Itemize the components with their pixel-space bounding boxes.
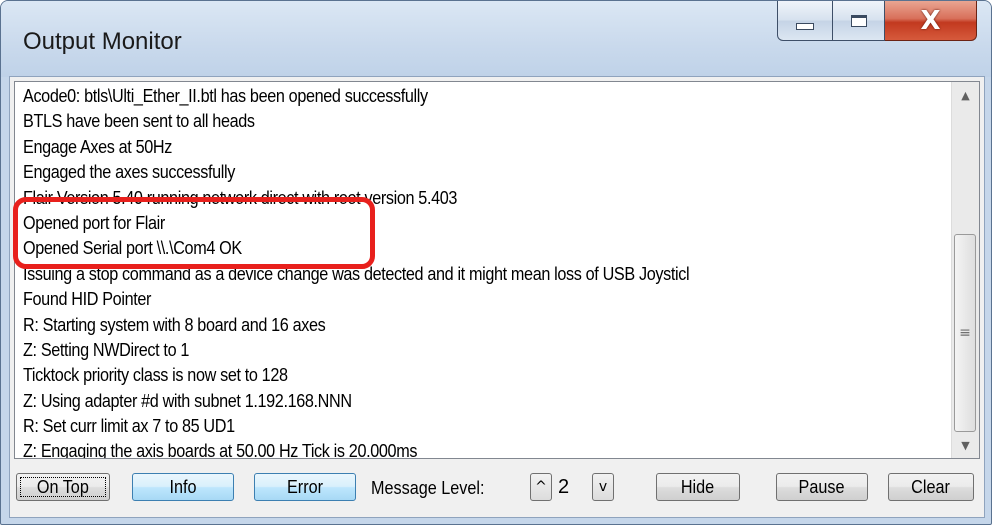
maximize-button[interactable] <box>833 1 885 41</box>
window-controls: X <box>777 1 977 47</box>
log-line: Opened Serial port \\.\Com4 OK <box>23 238 242 259</box>
log-line: Opened port for Flair <box>23 212 165 233</box>
error-button[interactable]: Error <box>254 473 356 501</box>
level-down-button[interactable]: v <box>592 473 614 501</box>
bottom-toolbar: On Top Info Error Message Level: ^ 2 v H… <box>10 463 984 513</box>
minimize-button[interactable] <box>777 1 833 41</box>
log-line: Ticktock priority class is now set to 12… <box>23 365 288 386</box>
pause-label: Pause <box>799 476 845 497</box>
on-top-label: On Top <box>37 476 89 497</box>
log-line: Acode0: btls\Ulti_Ether_II.btl has been … <box>23 86 428 106</box>
chevron-down-icon: v <box>598 479 608 495</box>
close-icon: X <box>920 5 941 36</box>
chevron-up-icon: ^ <box>535 479 547 495</box>
scrollbar-thumb[interactable]: ≡ <box>954 234 976 432</box>
level-up-button[interactable]: ^ <box>530 473 552 501</box>
log-line: Flair Version 5.40 running network direc… <box>23 187 458 208</box>
message-level-text: Message Level: <box>371 478 485 498</box>
output-monitor-window: Output Monitor X Acode0: btls\Ulti_Ether… <box>0 0 992 525</box>
log-line: R: Set curr limit ax 7 to 85 UD1 <box>23 416 235 437</box>
scroll-down-icon[interactable]: ▼ <box>952 434 979 456</box>
message-level-label: Message Level: <box>371 478 497 499</box>
log-line: BTLS have been sent to all heads <box>23 111 255 132</box>
info-label: Info <box>169 476 197 497</box>
close-button[interactable]: X <box>885 1 977 41</box>
client-area: Acode0: btls\Ulti_Ether_II.btl has been … <box>9 76 985 518</box>
scroll-up-icon[interactable]: ▲ <box>952 84 979 106</box>
clear-label: Clear <box>911 476 951 497</box>
log-line: Engage Axes at 50Hz <box>23 136 172 157</box>
message-level-value[interactable]: 2 <box>558 476 569 499</box>
grip-icon: ≡ <box>959 325 971 341</box>
maximize-icon <box>850 14 867 27</box>
info-button[interactable]: Info <box>132 473 234 501</box>
clear-button[interactable]: Clear <box>888 473 974 501</box>
log-line: Z: Engaging the axis boards at 50.00 Hz … <box>23 441 418 459</box>
log-line: Found HID Pointer <box>23 289 152 310</box>
title-bar[interactable]: Output Monitor X <box>1 1 991 77</box>
log-line: Z: Using adapter #d with subnet 1.192.16… <box>23 390 352 411</box>
window-title: Output Monitor <box>23 28 182 55</box>
log-line: Issuing a stop command as a device chang… <box>23 263 690 284</box>
output-log[interactable]: Acode0: btls\Ulti_Ether_II.btl has been … <box>14 81 980 459</box>
hide-label: Hide <box>681 476 715 497</box>
log-line: R: Starting system with 8 board and 16 a… <box>23 314 326 335</box>
log-line: Engaged the axes successfully <box>23 162 236 183</box>
log-line: Z: Setting NWDirect to 1 <box>23 339 190 360</box>
on-top-button[interactable]: On Top <box>16 473 110 501</box>
minimize-icon <box>796 23 814 30</box>
pause-button[interactable]: Pause <box>776 473 868 501</box>
vertical-scrollbar[interactable]: ▲ ≡ ▼ <box>951 82 979 458</box>
log-lines: Acode0: btls\Ulti_Ether_II.btl has been … <box>23 84 951 459</box>
error-label: Error <box>287 476 323 497</box>
hide-button[interactable]: Hide <box>656 473 740 501</box>
